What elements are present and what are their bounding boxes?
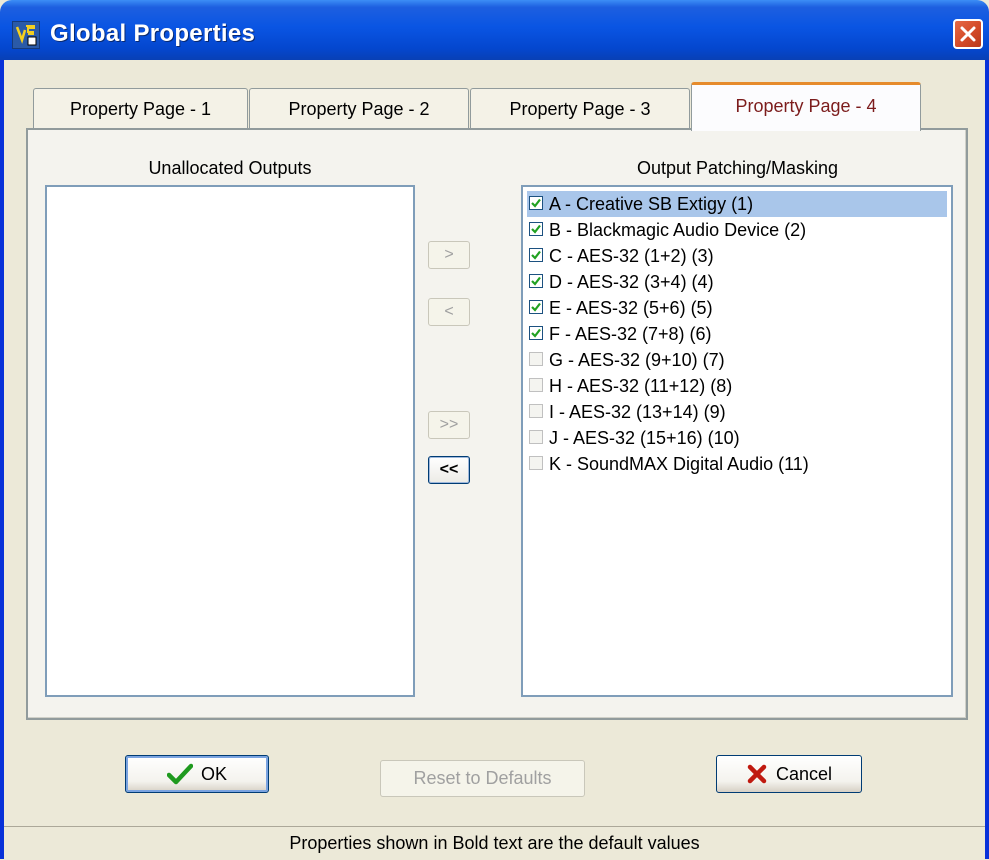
status-bar: Properties shown in Bold text are the de… xyxy=(4,826,985,860)
window-title: Global Properties xyxy=(50,20,256,47)
cancel-label: Cancel xyxy=(775,763,833,784)
move-left-button[interactable]: < xyxy=(428,298,470,326)
move-right-button[interactable]: > xyxy=(428,241,470,269)
list-item-label: D - AES-32 (3+4) (4) xyxy=(549,272,714,292)
checkbox[interactable] xyxy=(529,248,543,262)
output-patching-label: Output Patching/Masking xyxy=(636,158,839,178)
checkbox[interactable] xyxy=(529,404,543,418)
checkbox[interactable] xyxy=(529,196,543,210)
tab-property-page-3[interactable]: Property Page - 3 xyxy=(470,88,690,130)
checkbox[interactable] xyxy=(529,326,543,340)
title-bar[interactable]: Global Properties xyxy=(0,0,989,60)
checkbox[interactable] xyxy=(529,352,543,366)
unallocated-outputs-list[interactable] xyxy=(45,185,415,697)
unallocated-outputs-label: Unallocated Outputs xyxy=(148,158,312,178)
checkbox[interactable] xyxy=(529,300,543,314)
checkbox[interactable] xyxy=(529,378,543,392)
ok-label: OK xyxy=(200,763,227,784)
list-item-label: J - AES-32 (15+16) (10) xyxy=(549,428,740,448)
output-patching-list[interactable]: A - Creative SB Extigy (1) B - Blackmagi… xyxy=(521,185,953,697)
move-all-right-button[interactable]: >> xyxy=(428,411,470,439)
ok-button[interactable]: OK xyxy=(125,755,269,793)
checkbox[interactable] xyxy=(529,222,543,236)
close-button[interactable] xyxy=(953,19,983,49)
cancel-button[interactable]: Cancel xyxy=(716,755,862,793)
window-border-right xyxy=(985,60,989,859)
list-item-label: K - SoundMAX Digital Audio (11) xyxy=(549,454,809,474)
tab-property-page-1[interactable]: Property Page - 1 xyxy=(33,88,248,130)
checkmark-icon xyxy=(531,328,541,338)
list-item-label: A - Creative SB Extigy (1) xyxy=(549,194,754,214)
list-item-label: F - AES-32 (7+8) (6) xyxy=(549,324,712,344)
checkbox[interactable] xyxy=(529,456,543,470)
checkmark-icon xyxy=(166,763,193,785)
checkmark-icon xyxy=(531,302,541,312)
move-all-left-button[interactable]: << xyxy=(428,456,470,484)
tab-property-page-4[interactable]: Property Page - 4 xyxy=(691,82,921,131)
checkmark-icon xyxy=(531,276,541,286)
close-icon xyxy=(960,26,976,42)
checkmark-icon xyxy=(531,198,541,208)
reset-to-defaults-button[interactable]: Reset to Defaults xyxy=(380,760,585,797)
list-item-label: C - AES-32 (1+2) (3) xyxy=(549,246,714,266)
list-item-label: E - AES-32 (5+6) (5) xyxy=(549,298,713,318)
checkmark-icon xyxy=(531,250,541,260)
window-border-left xyxy=(0,60,4,859)
checkbox[interactable] xyxy=(529,274,543,288)
reset-label: Reset to Defaults xyxy=(413,768,552,788)
app-icon xyxy=(12,21,40,49)
list-item-label: B - Blackmagic Audio Device (2) xyxy=(549,220,807,240)
list-item-label: I - AES-32 (13+14) (9) xyxy=(549,402,726,422)
checkmark-icon xyxy=(531,224,541,234)
list-item[interactable]: A - Creative SB Extigy (1) xyxy=(527,191,947,217)
tab-property-page-2[interactable]: Property Page - 2 xyxy=(249,88,469,130)
list-item-label: G - AES-32 (9+10) (7) xyxy=(549,350,725,370)
checkbox[interactable] xyxy=(529,430,543,444)
status-text: Properties shown in Bold text are the de… xyxy=(289,833,700,853)
x-icon xyxy=(747,764,767,784)
list-item-label: H - AES-32 (11+12) (8) xyxy=(549,376,733,396)
